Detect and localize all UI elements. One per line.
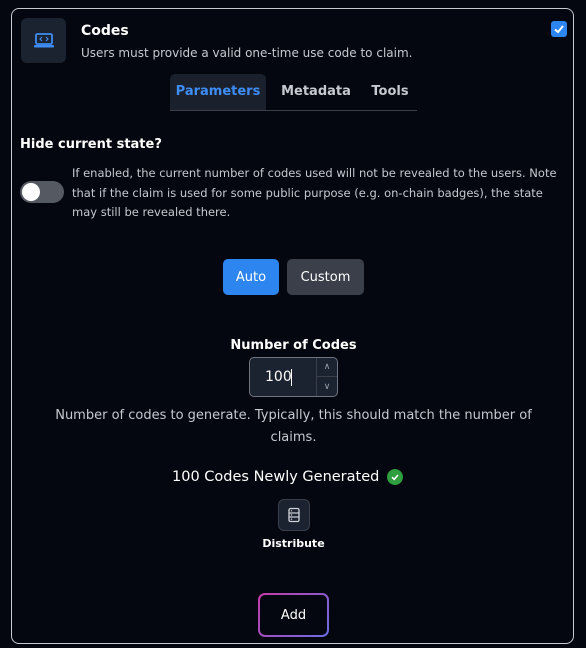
- plugin-title: Codes: [81, 23, 129, 39]
- distribute-label: Distribute: [262, 537, 325, 550]
- number-of-codes-input[interactable]: 100 ∧ ∨: [249, 357, 338, 397]
- number-of-codes-label: Number of Codes: [230, 338, 357, 353]
- tab-metadata[interactable]: Metadata: [274, 74, 358, 110]
- increment-chevron-up-icon[interactable]: ∧: [317, 358, 337, 377]
- add-button-label: Add: [260, 595, 327, 635]
- codes-generated-text: 100 Codes Newly Generated: [172, 469, 380, 485]
- checkmark-icon: [554, 25, 564, 34]
- plugin-subtitle: Users must provide a valid one-time use …: [81, 46, 413, 60]
- codes-generated-status: 100 Codes Newly Generated: [172, 469, 404, 485]
- tab-bar: Parameters Metadata Tools: [170, 74, 417, 111]
- add-button[interactable]: Add: [258, 593, 329, 637]
- enable-plugin-checkbox[interactable]: [551, 21, 567, 37]
- custom-mode-button[interactable]: Custom: [287, 259, 364, 295]
- quantity-stepper: ∧ ∨: [316, 358, 337, 396]
- codes-plugin-panel: Codes Users must provide a valid one-tim…: [11, 8, 574, 644]
- server-list-icon: [288, 507, 300, 523]
- tab-parameters[interactable]: Parameters: [170, 74, 266, 110]
- number-of-codes-help: Number of codes to generate. Typically, …: [55, 408, 532, 445]
- check-circle-icon: [387, 469, 404, 485]
- toggle-knob: [22, 183, 40, 201]
- hide-state-description: If enabled, the current number of codes …: [72, 166, 557, 219]
- text-caret: [291, 369, 292, 386]
- decrement-chevron-down-icon[interactable]: ∨: [317, 377, 337, 396]
- tab-tools[interactable]: Tools: [366, 74, 414, 110]
- auto-mode-button[interactable]: Auto: [223, 259, 279, 295]
- hide-state-label: Hide current state?: [20, 137, 162, 152]
- hide-state-toggle[interactable]: [20, 181, 64, 203]
- code-laptop-icon: [21, 18, 66, 63]
- distribute-button[interactable]: [278, 499, 310, 531]
- number-of-codes-value: 100: [265, 369, 292, 385]
